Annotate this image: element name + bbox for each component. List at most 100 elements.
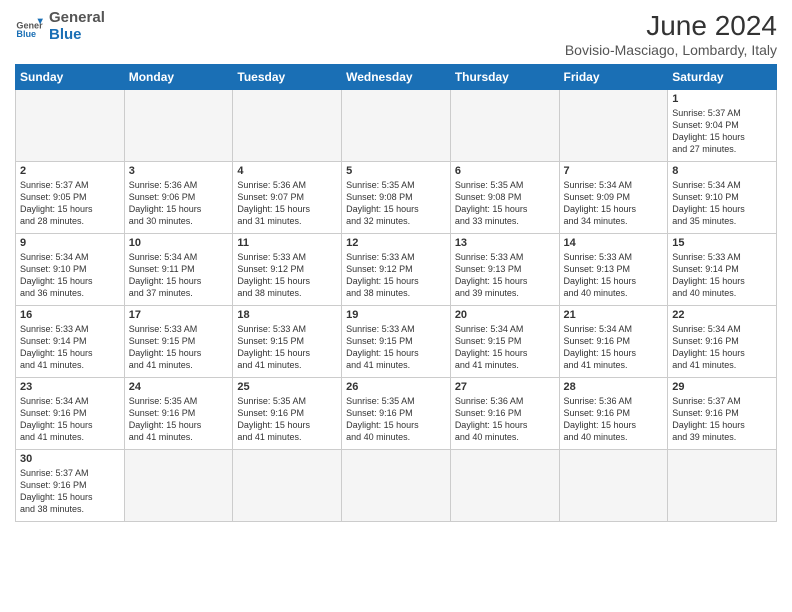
calendar-week-row: 1 Sunrise: 5:37 AM Sunset: 9:04 PM Daylig…: [16, 90, 777, 162]
day-info: Sunrise: 5:34 AM Sunset: 9:10 PM Dayligh…: [20, 251, 120, 300]
col-monday: Monday: [124, 65, 233, 90]
day-info: Sunrise: 5:37 AM Sunset: 9:16 PM Dayligh…: [672, 395, 772, 444]
col-wednesday: Wednesday: [342, 65, 451, 90]
calendar-cell: [450, 450, 559, 522]
day-number: 10: [129, 237, 229, 249]
day-number: 19: [346, 309, 446, 321]
calendar-cell: 8Sunrise: 5:34 AM Sunset: 9:10 PM Daylig…: [668, 162, 777, 234]
calendar-cell: 24 Sunrise: 5:35 AM Sunset: 9:16 PM Dayli…: [124, 378, 233, 450]
calendar-cell: [233, 450, 342, 522]
calendar-cell: 26Sunrise: 5:35 AM Sunset: 9:16 PM Dayli…: [342, 378, 451, 450]
calendar-cell: [450, 90, 559, 162]
logo-icon: General Blue: [15, 13, 43, 41]
calendar-cell: 20 Sunrise: 5:34 AM Sunset: 9:15 PM Dayli…: [450, 306, 559, 378]
calendar-week-row: 23 Sunrise: 5:34 AM Sunset: 9:16 PM Dayli…: [16, 378, 777, 450]
day-number: 12: [346, 237, 446, 249]
day-number: 25: [237, 381, 337, 393]
col-tuesday: Tuesday: [233, 65, 342, 90]
day-number: 29: [672, 381, 772, 393]
day-number: 6: [455, 165, 555, 177]
day-number: 28: [564, 381, 664, 393]
day-info: Sunrise: 5:36 AM Sunset: 9:16 PM Dayligh…: [564, 395, 664, 444]
calendar-cell: [16, 90, 125, 162]
day-info: Sunrise: 5:35 AM Sunset: 9:08 PM Dayligh…: [455, 179, 555, 228]
col-saturday: Saturday: [668, 65, 777, 90]
day-number: 30: [20, 453, 120, 465]
day-info: Sunrise: 5:35 AM Sunset: 9:16 PM Dayligh…: [129, 395, 229, 444]
day-number: 20: [455, 309, 555, 321]
calendar-week-row: 2 Sunrise: 5:37 AM Sunset: 9:05 PM Daylig…: [16, 162, 777, 234]
calendar-cell: [559, 450, 668, 522]
calendar-table: Sunday Monday Tuesday Wednesday Thursday…: [15, 64, 777, 522]
calendar-cell: [124, 90, 233, 162]
day-info: Sunrise: 5:33 AM Sunset: 9:12 PM Dayligh…: [346, 251, 446, 300]
day-info: Sunrise: 5:36 AM Sunset: 9:07 PM Dayligh…: [237, 179, 337, 228]
day-number: 8: [672, 165, 772, 177]
calendar-cell: 11 Sunrise: 5:33 AM Sunset: 9:12 PM Dayli…: [233, 234, 342, 306]
day-info: Sunrise: 5:34 AM Sunset: 9:15 PM Dayligh…: [455, 323, 555, 372]
day-number: 27: [455, 381, 555, 393]
day-number: 17: [129, 309, 229, 321]
calendar-cell: 3 Sunrise: 5:36 AM Sunset: 9:06 PM Daylig…: [124, 162, 233, 234]
calendar-cell: 10 Sunrise: 5:34 AM Sunset: 9:11 PM Dayli…: [124, 234, 233, 306]
day-info: Sunrise: 5:33 AM Sunset: 9:14 PM Dayligh…: [20, 323, 120, 372]
calendar-cell: 4 Sunrise: 5:36 AM Sunset: 9:07 PM Daylig…: [233, 162, 342, 234]
calendar-cell: 9 Sunrise: 5:34 AM Sunset: 9:10 PM Daylig…: [16, 234, 125, 306]
calendar-cell: [668, 450, 777, 522]
calendar-cell: 14 Sunrise: 5:33 AM Sunset: 9:13 PM Dayli…: [559, 234, 668, 306]
day-info: Sunrise: 5:35 AM Sunset: 9:16 PM Dayligh…: [346, 395, 446, 444]
day-number: 5: [346, 165, 446, 177]
calendar-header-row: Sunday Monday Tuesday Wednesday Thursday…: [16, 65, 777, 90]
calendar-cell: 1 Sunrise: 5:37 AM Sunset: 9:04 PM Daylig…: [668, 90, 777, 162]
day-number: 2: [20, 165, 120, 177]
calendar-cell: 15 Sunrise: 5:33 AM Sunset: 9:14 PM Dayli…: [668, 234, 777, 306]
calendar-cell: 13Sunrise: 5:33 AM Sunset: 9:13 PM Dayli…: [450, 234, 559, 306]
day-number: 15: [672, 237, 772, 249]
day-info: Sunrise: 5:33 AM Sunset: 9:14 PM Dayligh…: [672, 251, 772, 300]
calendar-cell: 21 Sunrise: 5:34 AM Sunset: 9:16 PM Dayli…: [559, 306, 668, 378]
day-info: Sunrise: 5:36 AM Sunset: 9:06 PM Dayligh…: [129, 179, 229, 228]
day-info: Sunrise: 5:36 AM Sunset: 9:16 PM Dayligh…: [455, 395, 555, 444]
day-info: Sunrise: 5:33 AM Sunset: 9:15 PM Dayligh…: [346, 323, 446, 372]
calendar-cell: 12 Sunrise: 5:33 AM Sunset: 9:12 PM Dayli…: [342, 234, 451, 306]
day-info: Sunrise: 5:33 AM Sunset: 9:13 PM Dayligh…: [564, 251, 664, 300]
col-sunday: Sunday: [16, 65, 125, 90]
day-number: 22: [672, 309, 772, 321]
calendar-cell: 7Sunrise: 5:34 AM Sunset: 9:09 PM Daylig…: [559, 162, 668, 234]
day-info: Sunrise: 5:37 AM Sunset: 9:05 PM Dayligh…: [20, 179, 120, 228]
day-info: Sunrise: 5:34 AM Sunset: 9:09 PM Dayligh…: [564, 179, 664, 228]
col-thursday: Thursday: [450, 65, 559, 90]
calendar-cell: 2 Sunrise: 5:37 AM Sunset: 9:05 PM Daylig…: [16, 162, 125, 234]
day-number: 9: [20, 237, 120, 249]
day-number: 24: [129, 381, 229, 393]
day-info: Sunrise: 5:33 AM Sunset: 9:13 PM Dayligh…: [455, 251, 555, 300]
day-info: Sunrise: 5:33 AM Sunset: 9:12 PM Dayligh…: [237, 251, 337, 300]
calendar-week-row: 30Sunrise: 5:37 AM Sunset: 9:16 PM Dayli…: [16, 450, 777, 522]
calendar-cell: 22Sunrise: 5:34 AM Sunset: 9:16 PM Dayli…: [668, 306, 777, 378]
calendar-title: June 2024: [565, 10, 777, 42]
calendar-cell: 17Sunrise: 5:33 AM Sunset: 9:15 PM Dayli…: [124, 306, 233, 378]
day-number: 3: [129, 165, 229, 177]
calendar-subtitle: Bovisio-Masciago, Lombardy, Italy: [565, 42, 777, 58]
calendar-week-row: 9 Sunrise: 5:34 AM Sunset: 9:10 PM Daylig…: [16, 234, 777, 306]
day-number: 11: [237, 237, 337, 249]
day-info: Sunrise: 5:34 AM Sunset: 9:16 PM Dayligh…: [564, 323, 664, 372]
page-header: General Blue General Blue June 2024 Bovi…: [15, 10, 777, 58]
calendar-cell: 23 Sunrise: 5:34 AM Sunset: 9:16 PM Dayli…: [16, 378, 125, 450]
title-area: June 2024 Bovisio-Masciago, Lombardy, It…: [565, 10, 777, 58]
calendar-cell: 5Sunrise: 5:35 AM Sunset: 9:08 PM Daylig…: [342, 162, 451, 234]
day-number: 16: [20, 309, 120, 321]
logo: General Blue General Blue: [15, 10, 105, 43]
day-number: 4: [237, 165, 337, 177]
day-number: 1: [672, 93, 772, 105]
calendar-cell: [124, 450, 233, 522]
day-number: 18: [237, 309, 337, 321]
day-info: Sunrise: 5:34 AM Sunset: 9:16 PM Dayligh…: [20, 395, 120, 444]
day-info: Sunrise: 5:34 AM Sunset: 9:11 PM Dayligh…: [129, 251, 229, 300]
calendar-week-row: 16 Sunrise: 5:33 AM Sunset: 9:14 PM Dayli…: [16, 306, 777, 378]
day-number: 23: [20, 381, 120, 393]
day-info: Sunrise: 5:37 AM Sunset: 9:04 PM Dayligh…: [672, 107, 772, 156]
day-number: 14: [564, 237, 664, 249]
calendar-cell: [233, 90, 342, 162]
day-number: 21: [564, 309, 664, 321]
